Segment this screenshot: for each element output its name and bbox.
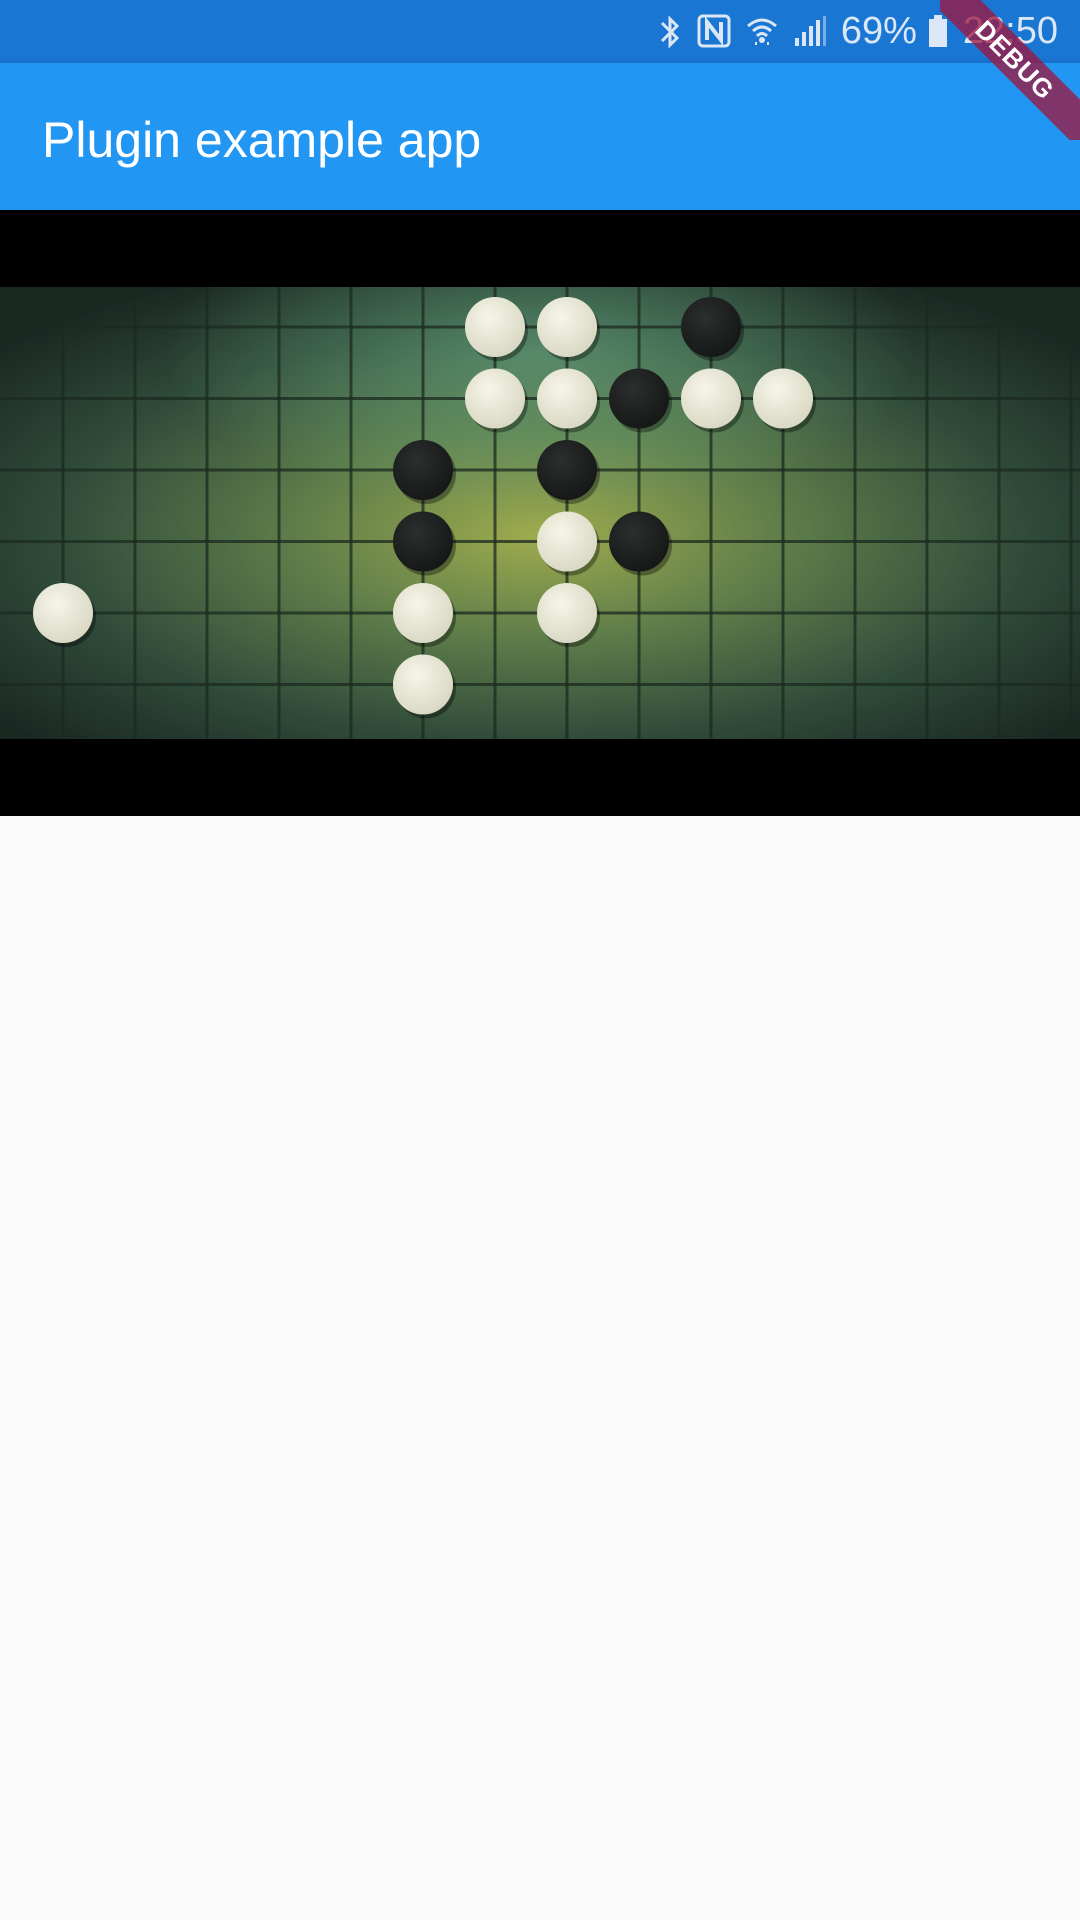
white-stone [537, 368, 597, 429]
black-stone [537, 440, 597, 500]
status-bar: 69% 22:50 [0, 0, 1080, 63]
video-player[interactable] [0, 210, 1080, 816]
bluetooth-icon [657, 14, 683, 50]
wifi-icon [745, 14, 779, 50]
battery-percent: 69% [840, 10, 917, 52]
clock: 22:50 [962, 10, 1058, 52]
video-frame [0, 287, 1080, 739]
app-bar: Plugin example app [0, 63, 1080, 210]
white-stone [393, 654, 453, 715]
black-stone [609, 511, 669, 572]
white-stone [393, 583, 453, 643]
page-title: Plugin example app [42, 112, 482, 168]
gomoku-board-image [0, 287, 1080, 739]
white-stone [537, 297, 597, 357]
white-stone [753, 368, 813, 429]
white-stone [465, 297, 525, 357]
battery-icon [927, 14, 949, 50]
black-stone [393, 440, 453, 500]
white-stone [465, 368, 525, 429]
white-stone [33, 583, 93, 643]
signal-icon [793, 14, 827, 50]
nfc-icon [697, 14, 731, 50]
black-stone [393, 511, 453, 572]
content-area [0, 816, 1080, 1920]
white-stone [537, 583, 597, 643]
black-stone [681, 297, 741, 357]
white-stone [537, 511, 597, 572]
white-stone [681, 368, 741, 429]
black-stone [609, 368, 669, 429]
board-highlight [0, 287, 1080, 739]
